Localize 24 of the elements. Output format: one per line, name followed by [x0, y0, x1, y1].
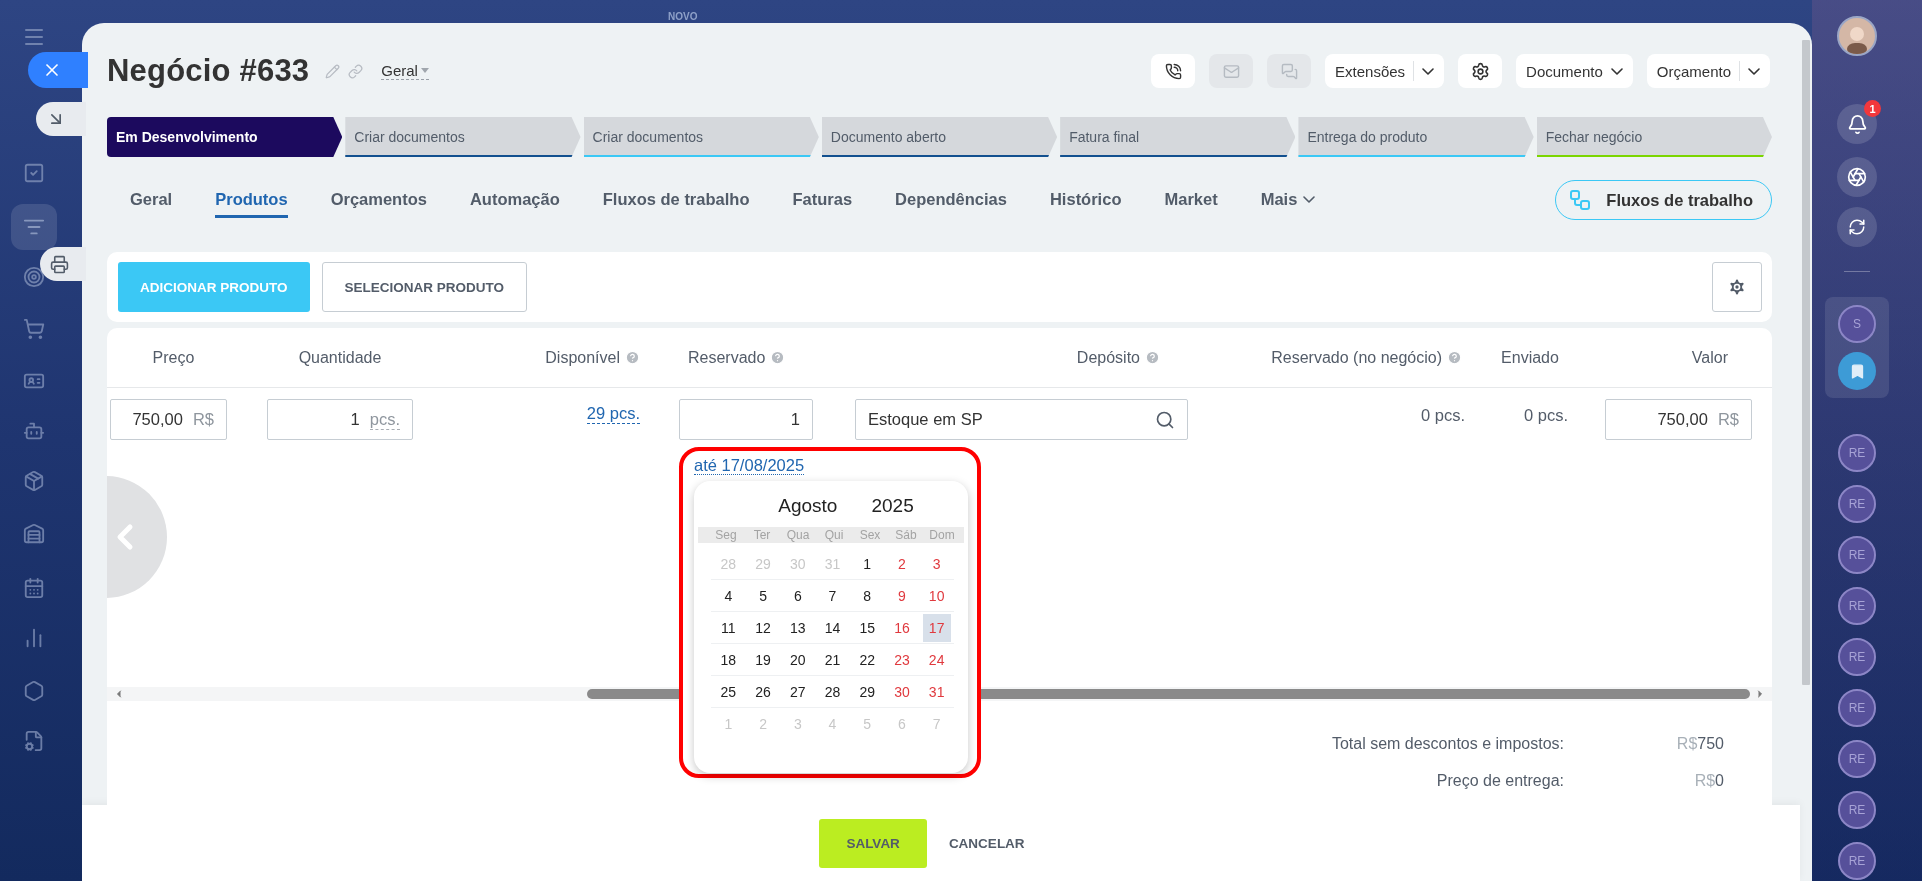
column-header: Preço: [152, 348, 195, 367]
table-cell-text: 0 pcs.: [1523, 405, 1568, 425]
weekday-label: Ter: [752, 527, 772, 543]
notification-count: 1: [1864, 100, 1881, 117]
deal-title: Negócio #633: [107, 53, 310, 89]
weekday-label: Dom: [928, 527, 956, 543]
total-label: Preço de entrega:: [1436, 772, 1564, 790]
column-header: Quantidade: [298, 348, 382, 367]
weekday-label: Qua: [785, 527, 811, 543]
column-header: Disponível: [545, 348, 620, 367]
column-header: Enviado: [1501, 348, 1559, 367]
column-header: Reservado (no negócio): [1271, 348, 1442, 367]
column-header: Valor: [1691, 348, 1728, 367]
total-label: Total sem descontos e impostos:: [1331, 735, 1564, 753]
total-value: R$0: [1693, 772, 1724, 790]
weekday-label: Seg: [714, 527, 738, 543]
weekday-label: Sáb: [894, 527, 918, 543]
total-value: R$750: [1675, 735, 1724, 753]
table-cell-text: 0 pcs.: [1420, 405, 1465, 425]
new-label: NOVO: [668, 11, 698, 22]
column-header: Reservado: [688, 348, 766, 367]
weekday-label: Sex: [858, 527, 882, 543]
column-header: Depósito: [1076, 348, 1140, 367]
weekday-label: Qui: [823, 527, 845, 543]
